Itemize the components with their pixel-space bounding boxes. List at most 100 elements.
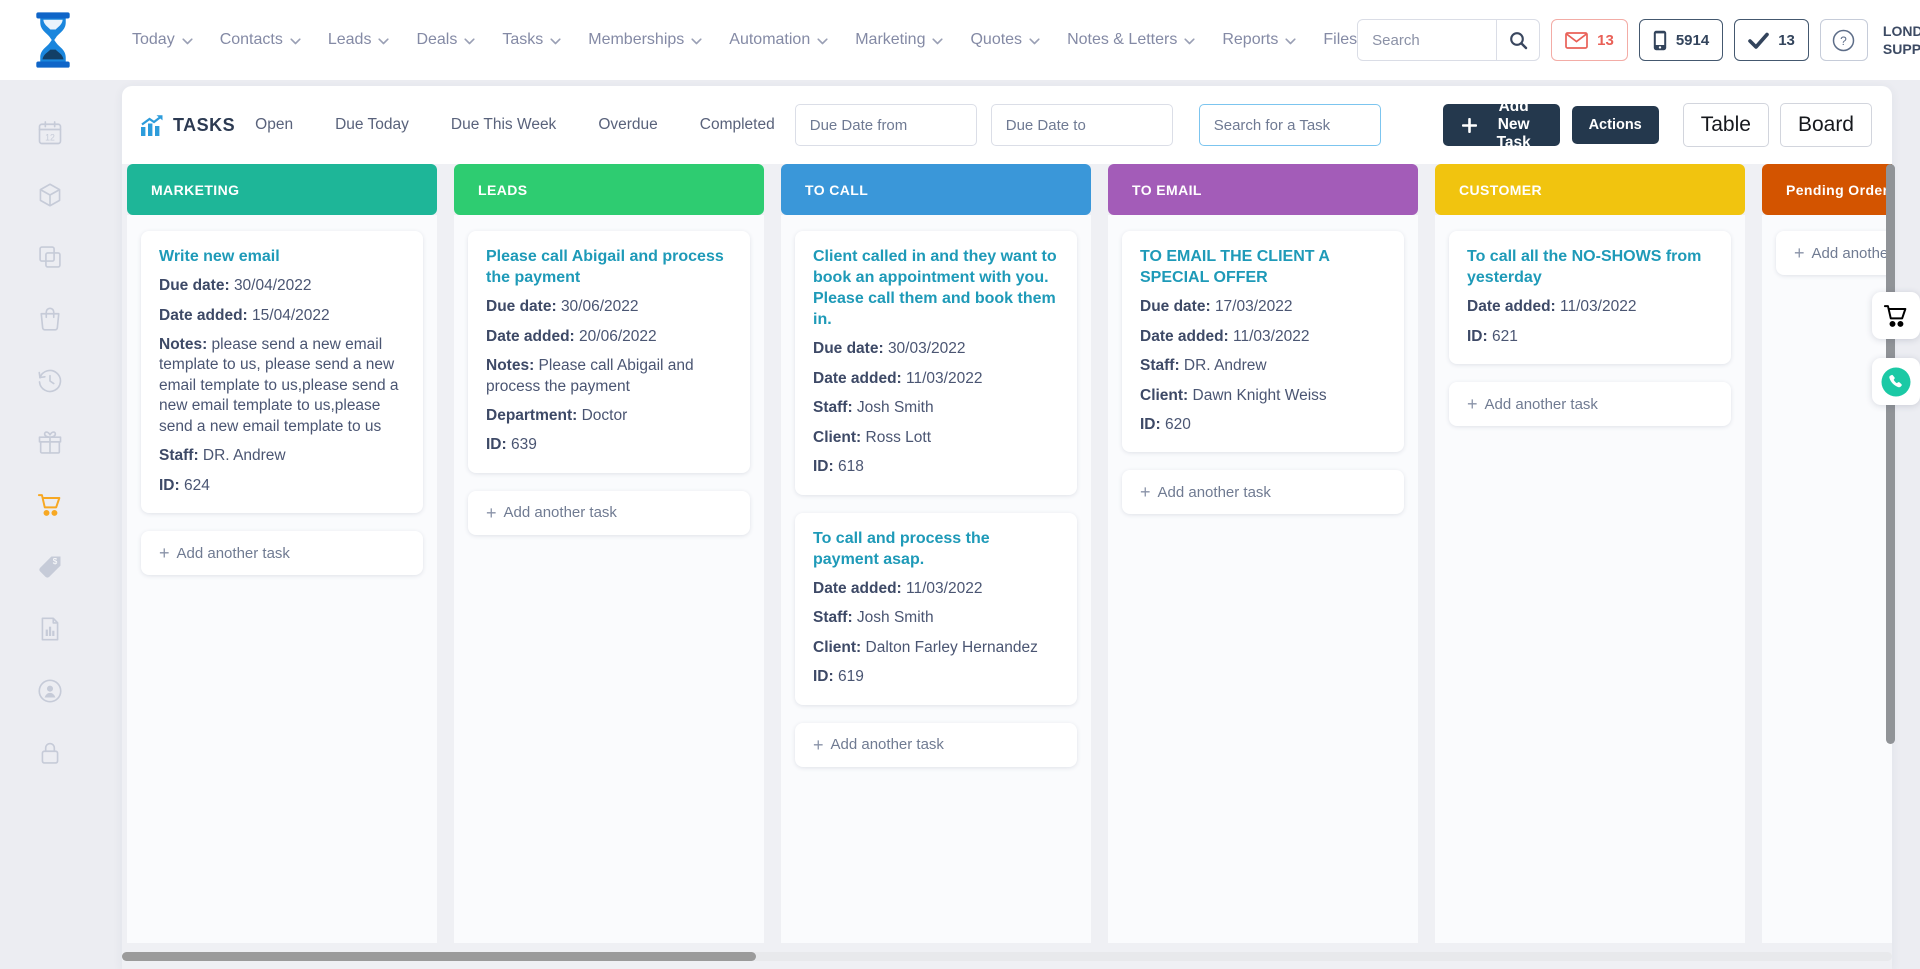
add-another-task-button[interactable]: +Add another task — [1776, 231, 1892, 275]
task-field: Notes: Please call Abigail and process t… — [486, 356, 732, 397]
report-icon[interactable] — [36, 615, 64, 643]
task-card[interactable]: To call all the NO-SHOWS from yesterdayD… — [1449, 231, 1731, 364]
task-field-label: ID: — [1467, 328, 1488, 345]
task-field-value: Ross Lott — [866, 429, 931, 446]
search-icon[interactable] — [1496, 20, 1539, 60]
add-another-task-button[interactable]: + Add another task — [795, 723, 1077, 767]
column-header: TO EMAIL — [1108, 164, 1418, 215]
filter-overdue[interactable]: Overdue — [598, 116, 657, 134]
messages-count: 13 — [1597, 32, 1614, 49]
due-date-to-input[interactable] — [991, 104, 1173, 146]
help-button[interactable]: ? — [1820, 19, 1868, 61]
plus-icon: + — [813, 736, 824, 754]
history-icon[interactable] — [36, 367, 64, 395]
table-view-button[interactable]: Table — [1683, 103, 1769, 147]
filter-due-this-week[interactable]: Due This Week — [451, 116, 556, 134]
task-field: ID: 624 — [159, 476, 405, 496]
task-card-title[interactable]: To call all the NO-SHOWS from yesterday — [1467, 246, 1713, 288]
nav-item-tasks[interactable]: Tasks — [502, 31, 561, 49]
filter-completed[interactable]: Completed — [700, 116, 775, 134]
add-another-task-button[interactable]: +Add another task — [141, 531, 423, 575]
add-another-task-button[interactable]: +Add another task — [1449, 382, 1731, 426]
actions-button[interactable]: Actions — [1572, 106, 1659, 144]
app-logo[interactable] — [30, 11, 76, 69]
task-card[interactable]: Write new emailDue date: 30/04/2022Date … — [141, 231, 423, 513]
task-card[interactable]: Client called in and they want to book a… — [795, 231, 1077, 495]
nav-item-today[interactable]: Today — [132, 31, 193, 49]
shopping-bag-icon[interactable] — [36, 305, 64, 333]
task-field: Staff: Josh Smith — [813, 608, 1059, 628]
nav-item-label: Today — [132, 31, 175, 49]
task-field: Client: Dawn Knight Weiss — [1140, 386, 1386, 406]
task-field-label: Notes: — [159, 336, 207, 353]
search-input[interactable] — [1358, 21, 1496, 59]
filter-open[interactable]: Open — [255, 116, 293, 134]
floating-cart-button[interactable] — [1872, 292, 1920, 339]
copy-icon[interactable] — [36, 243, 64, 271]
horizontal-scrollbar[interactable] — [122, 952, 1892, 961]
account-icon[interactable] — [36, 677, 64, 705]
package-icon[interactable] — [36, 181, 64, 209]
task-card-title[interactable]: To call and process the payment asap. — [813, 528, 1059, 570]
calls-badge[interactable]: 5914 — [1639, 19, 1723, 61]
chart-icon — [140, 114, 164, 137]
task-field-value: 618 — [838, 458, 864, 475]
price-tag-icon[interactable]: $ — [36, 553, 64, 581]
nav-item-leads[interactable]: Leads — [328, 31, 390, 49]
svg-text:12: 12 — [45, 133, 55, 143]
task-field-value: 624 — [184, 477, 210, 494]
task-field-label: ID: — [813, 458, 834, 475]
plus-icon: + — [1467, 395, 1478, 413]
task-field-label: Due date: — [486, 298, 557, 315]
vertical-scrollbar[interactable] — [1886, 164, 1895, 744]
nav-item-deals[interactable]: Deals — [416, 31, 475, 49]
task-card-title[interactable]: TO EMAIL THE CLIENT A SPECIAL OFFER — [1140, 246, 1386, 288]
column-to-email: TO EMAIL TO EMAIL THE CLIENT A SPECIAL OF… — [1108, 164, 1418, 943]
nav-item-quotes[interactable]: Quotes — [970, 31, 1040, 49]
due-date-from-input[interactable] — [795, 104, 977, 146]
page-title-text: TASKS — [173, 115, 235, 136]
task-card-title[interactable]: Write new email — [159, 246, 405, 267]
nav-item-files[interactable]: Files — [1323, 31, 1357, 49]
nav-item-contacts[interactable]: Contacts — [220, 31, 301, 49]
task-field: Staff: Josh Smith — [813, 398, 1059, 418]
task-card[interactable]: TO EMAIL THE CLIENT A SPECIAL OFFERDue d… — [1122, 231, 1404, 452]
add-new-task-button[interactable]: Add New Task — [1443, 104, 1560, 146]
task-card-title[interactable]: Please call Abigail and process the paym… — [486, 246, 732, 288]
nav-item-automation[interactable]: Automation — [729, 31, 828, 49]
nav-item-notes-letters[interactable]: Notes & Letters — [1067, 31, 1195, 49]
task-field: Client: Dalton Farley Hernandez — [813, 638, 1059, 658]
messages-badge[interactable]: 13 — [1551, 19, 1628, 61]
nav-item-marketing[interactable]: Marketing — [855, 31, 943, 49]
task-field-label: Date added: — [813, 580, 902, 597]
task-field-value: 20/06/2022 — [579, 328, 657, 345]
column-customer: CUSTOMERTo call all the NO-SHOWS from ye… — [1435, 164, 1745, 943]
task-field-value: 621 — [1492, 328, 1518, 345]
task-card[interactable]: To call and process the payment asap. Dat… — [795, 513, 1077, 705]
add-another-task-button[interactable]: +Add another task — [1122, 470, 1404, 514]
filter-due-today[interactable]: Due Today — [335, 116, 409, 134]
nav-menu: Today Contacts Leads Deals Tasks Memberships A… — [132, 31, 1357, 49]
gift-icon[interactable] — [36, 429, 64, 457]
column-header: TO CALL — [781, 164, 1091, 215]
task-field-value: 11/03/2022 — [1233, 328, 1309, 345]
add-another-task-button[interactable]: +Add another task — [468, 491, 750, 535]
cart-icon[interactable] — [36, 491, 64, 519]
tasks-count-badge[interactable]: 13 — [1734, 19, 1809, 61]
nav-item-memberships[interactable]: Memberships — [588, 31, 702, 49]
add-another-task-label: Add another task — [831, 736, 944, 753]
task-card[interactable]: Please call Abigail and process the paym… — [468, 231, 750, 473]
task-card-title[interactable]: Client called in and they want to book a… — [813, 246, 1059, 330]
task-field-value: 15/04/2022 — [252, 307, 330, 324]
task-field-label: Date added: — [486, 328, 575, 345]
horizontal-scrollbar-thumb[interactable] — [122, 952, 756, 961]
calendar-icon[interactable]: 12 — [36, 119, 64, 147]
plus-icon: + — [486, 504, 497, 522]
chevron-down-icon — [817, 38, 828, 45]
task-search-input[interactable] — [1199, 104, 1381, 146]
task-field-value: 11/03/2022 — [906, 580, 982, 597]
lock-icon[interactable] — [36, 739, 64, 767]
floating-whatsapp-button[interactable] — [1872, 358, 1920, 405]
nav-item-reports[interactable]: Reports — [1222, 31, 1296, 49]
board-view-button[interactable]: Board — [1780, 103, 1872, 147]
